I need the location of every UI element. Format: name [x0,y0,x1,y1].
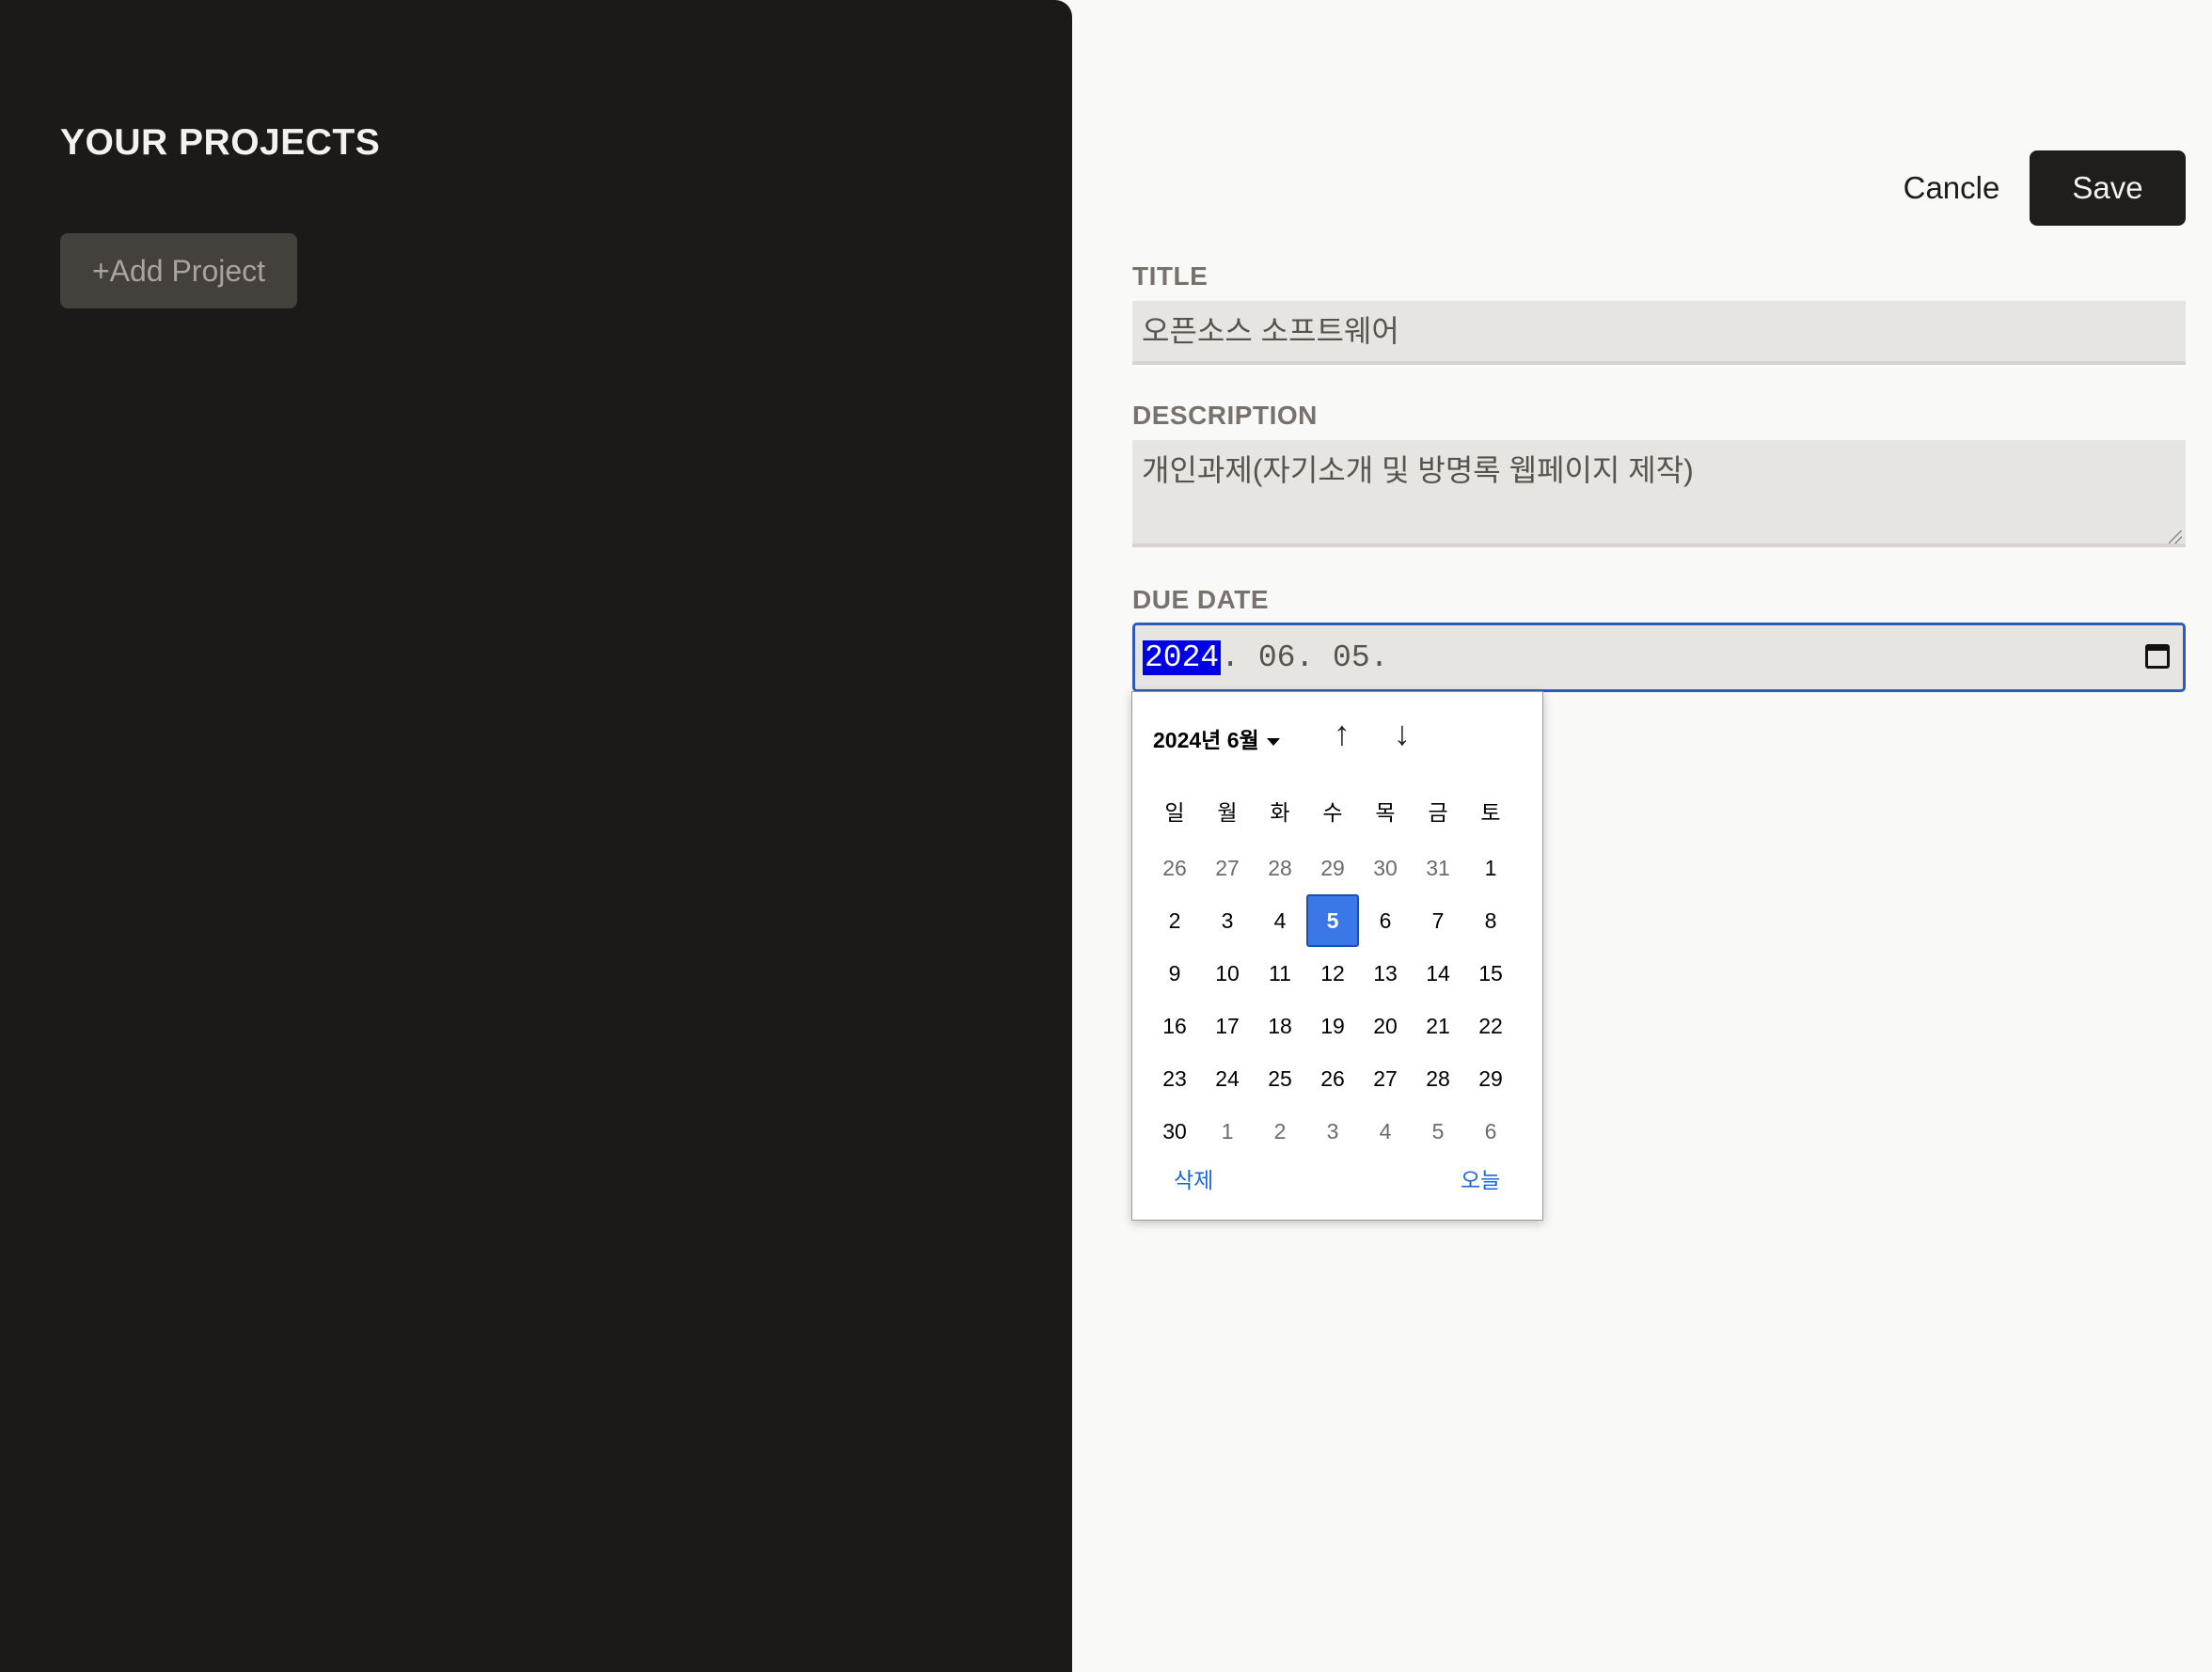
month-year-dropdown[interactable]: 2024년 6월 [1153,722,1280,754]
due-date-input[interactable]: 2024. 06. 05. [1132,623,2186,692]
projects-sidebar: YOUR PROJECTS +Add Project [0,0,1072,1672]
weekday-header: 금 [1428,800,1448,825]
calendar-day[interactable]: 21 [1412,1000,1464,1052]
calendar-week-row: 26 27 28 29 30 31 1 [1148,842,1517,894]
calendar-week-row: 2345678 [1148,894,1517,947]
calendar-day[interactable]: 3 [1306,1105,1359,1158]
calendar-day[interactable]: 12 [1306,947,1359,1000]
calendar-day[interactable]: 27 [1359,1052,1412,1105]
calendar-day[interactable]: 26 [1148,842,1201,894]
calendar-day[interactable]: 2 [1254,1105,1306,1158]
caret-down-icon [1266,737,1280,746]
calendar-day[interactable]: 24 [1201,1052,1254,1105]
weekday-header: 목 [1375,800,1396,825]
arrow-up-icon[interactable]: ↑ [1323,715,1361,752]
calendar-day[interactable]: 11 [1254,947,1306,1000]
calendar-day[interactable]: 2 [1148,894,1201,947]
calendar-day[interactable]: 4 [1254,894,1306,947]
description-textarea[interactable]: 개인과제(자기소개 및 방명록 웹페이지 제작) [1132,440,2186,547]
calendar-day[interactable]: 20 [1359,1000,1412,1052]
calendar-week-row: 23 24 25 26 27 28 29 [1148,1052,1517,1105]
description-label: DESCRIPTION [1132,401,1318,430]
calendar-day[interactable]: 14 [1412,947,1464,1000]
weekday-header: 화 [1270,800,1290,825]
arrow-down-icon[interactable]: ↓ [1383,715,1421,752]
due-date-year-segment[interactable]: 2024 [1143,639,1222,675]
weekday-header: 일 [1164,800,1185,825]
calendar-day[interactable]: 29 [1306,842,1359,894]
weekday-header: 토 [1480,800,1501,825]
calendar-day[interactable]: 6 [1464,1105,1517,1158]
calendar-weeks: 26 27 28 29 30 31 1 2 3 4 5 6 7 8 9 10 11 12 13 14 15 16 17 18 1… [1148,842,1517,1158]
calendar-day[interactable]: 28 [1254,842,1306,894]
month-year-label: 2024년 6월 [1153,728,1259,752]
calendar-day[interactable]: 18 [1254,1000,1306,1052]
calendar-day[interactable]: 30 [1148,1105,1201,1158]
calendar-day[interactable]: 28 [1412,1052,1464,1105]
calendar-day[interactable]: 27 [1201,842,1254,894]
due-date-label: DUE DATE [1132,585,1270,614]
calendar-week-row: 9 10 11 12 13 14 15 [1148,947,1517,1000]
date-picker-popup: 2024년 6월 ↑ ↓ 일월화수목금토 26 27 28 29 30 31 1 2 3 4 5 6 7… [1131,691,1543,1221]
calendar-day[interactable]: 15 [1464,947,1517,1000]
calendar-day[interactable]: 4 [1359,1105,1412,1158]
calendar-day[interactable]: 3 [1201,894,1254,947]
calendar-day[interactable]: 7 [1412,894,1464,947]
clear-date-link[interactable]: 삭제 [1174,1162,1213,1194]
add-project-button[interactable]: +Add Project [60,233,297,308]
calendar-day[interactable]: 1 [1201,1105,1254,1158]
calendar-day[interactable]: 6 [1359,894,1412,947]
calendar-icon[interactable] [2145,644,2170,669]
weekday-header: 월 [1217,800,1238,825]
calendar-day[interactable]: 30 [1359,842,1412,894]
resize-grip-icon[interactable] [2169,530,2182,544]
calendar-day[interactable]: 29 [1464,1052,1517,1105]
today-link[interactable]: 오늘 [1461,1162,1500,1194]
calendar-day[interactable]: 1 [1464,842,1517,894]
calendar-day[interactable]: 9 [1148,947,1201,1000]
calendar-day[interactable]: 16 [1148,1000,1201,1052]
calendar-day[interactable]: 8 [1464,894,1517,947]
calendar-day[interactable]: 5 [1412,1105,1464,1158]
calendar-day[interactable]: 13 [1359,947,1412,1000]
calendar-day-selected[interactable]: 5 [1306,894,1359,947]
calendar-day[interactable]: 31 [1412,842,1464,894]
calendar-week-row: 16 17 18 19 20 21 22 [1148,1000,1517,1052]
cancel-button[interactable]: Cancle [1881,150,2022,226]
calendar-day[interactable]: 19 [1306,1000,1359,1052]
weekday-header-row: 일월화수목금토 [1148,789,1517,832]
calendar-day[interactable]: 26 [1306,1052,1359,1105]
title-label: TITLE [1132,261,1209,291]
sidebar-title: YOUR PROJECTS [60,122,381,163]
calendar-day[interactable]: 25 [1254,1052,1306,1105]
calendar-day[interactable]: 23 [1148,1052,1201,1105]
calendar-week-row: 30 1 2 3 4 5 6 [1148,1105,1517,1158]
calendar-grid: 일월화수목금토 26 27 28 29 30 31 1 2 3 4 5 6 7 8 9 10 11 12 13 14 1… [1148,789,1517,1158]
save-button[interactable]: Save [2030,150,2186,226]
title-input[interactable]: 오픈소스 소프트웨어 [1132,301,2186,365]
calendar-day[interactable]: 22 [1464,1000,1517,1052]
due-date-rest-segment[interactable]: . 06. 05. [1221,640,1388,675]
calendar-day[interactable]: 17 [1201,1000,1254,1052]
weekday-header: 수 [1322,800,1343,825]
calendar-day[interactable]: 10 [1201,947,1254,1000]
